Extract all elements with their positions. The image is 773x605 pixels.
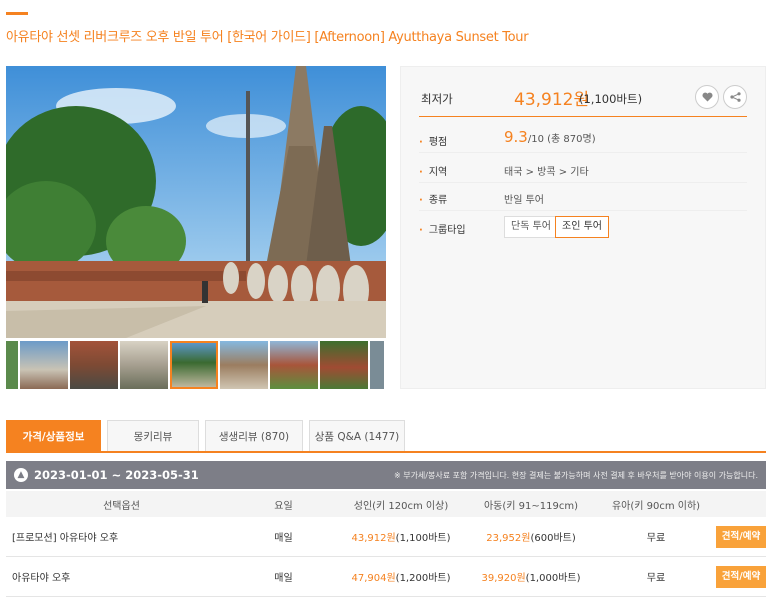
table-header: 선택옵션 요일 성인(키 120cm 이상) 아동(키 91~119cm) 유아… xyxy=(6,491,766,517)
table-row: 아유타야 오후 매일 47,904원 (1,200바트) 39,920원 (1,00… xyxy=(6,557,766,597)
option-name: 아유타야 오후 xyxy=(12,573,71,584)
lowest-price-baht: (1,100바트) xyxy=(579,92,643,106)
adult-price-won: 47,904원 xyxy=(351,573,396,584)
adult-price: 47,904원 (1,200바트) xyxy=(336,569,466,584)
tab-underline xyxy=(6,451,766,453)
action-cell: 견적/예약 xyxy=(716,525,766,548)
price-notice: ※ 부가세/봉사료 포함 가격입니다. 현장 결제는 불가능하며 사전 결제 후… xyxy=(393,471,758,480)
price-label: 최저가 xyxy=(421,92,453,106)
kind-row: 종류 반일 투어 xyxy=(419,183,747,211)
col-child: 아동(키 91~119cm) xyxy=(483,500,578,512)
tab-monkey-review[interactable]: 몽키리뷰 xyxy=(107,420,199,452)
thumbnail[interactable] xyxy=(6,341,18,389)
child-price-baht: (1,000바트) xyxy=(525,573,581,584)
thumbnail[interactable] xyxy=(370,341,384,389)
tab-qna[interactable]: 상품 Q&A (1477) xyxy=(309,420,405,452)
rating-value-wrap: 9.3/10 (총 870명) xyxy=(504,128,596,146)
title-accent-bar xyxy=(6,12,28,15)
tab-live-review[interactable]: 생생리뷰 (870) xyxy=(205,420,303,452)
period-bar[interactable]: ▲ 2023-01-01 ~ 2023-05-31 ※ 부가세/봉사료 포함 가… xyxy=(6,461,766,489)
child-price-won: 39,920원 xyxy=(481,573,526,584)
join-tour-option[interactable]: 조인 투어 xyxy=(555,216,609,238)
page-title: 아유타야 선셋 리버크루즈 오후 반일 투어 [한국어 가이드] [Aftern… xyxy=(6,30,529,45)
region-value: 태국 > 방콕 > 기타 xyxy=(504,167,589,178)
chevron-up-icon[interactable]: ▲ xyxy=(14,468,28,482)
table-row: [프로모션] 아유타야 오후 매일 43,912원 (1,100바트) 23,95… xyxy=(6,517,766,557)
thumbnail[interactable] xyxy=(70,341,118,389)
child-price-won: 23,952원 xyxy=(486,533,531,544)
price-row: 최저가 43,912원 (1,100바트) xyxy=(419,81,747,117)
child-price: 39,920원 (1,000바트) xyxy=(466,569,596,584)
rating-value: 9.3 xyxy=(504,128,528,146)
col-adult: 성인(키 120cm 이상) xyxy=(353,500,449,512)
region-row: 지역 태국 > 방콕 > 기타 xyxy=(419,155,747,183)
rating-row: 평점 9.3/10 (총 870명) xyxy=(419,125,747,153)
col-day: 요일 xyxy=(274,500,293,512)
adult-price: 43,912원 (1,100바트) xyxy=(336,529,466,544)
adult-price-baht: (1,200바트) xyxy=(395,573,451,584)
infant-price: 무료 xyxy=(646,573,666,584)
group-type-label: 그룹타입 xyxy=(419,221,466,236)
child-price-baht: (600바트) xyxy=(530,533,576,544)
period-range: 2023-01-01 ~ 2023-05-31 xyxy=(34,468,199,482)
kind-label: 종류 xyxy=(419,191,447,206)
tab-price-info[interactable]: 가격/상품정보 xyxy=(6,420,101,452)
thumbnail-strip xyxy=(6,341,386,389)
rating-count: /10 (총 870명) xyxy=(527,134,596,145)
quote-reserve-button[interactable]: 견적/예약 xyxy=(716,525,766,548)
main-photo[interactable] xyxy=(6,66,386,338)
product-tabs: 가격/상품정보 몽키리뷰 생생리뷰 (870) 상품 Q&A (1477) xyxy=(6,420,405,452)
price-table: 선택옵션 요일 성인(키 120cm 이상) 아동(키 91~119cm) 유아… xyxy=(6,491,766,597)
col-option: 선택옵션 xyxy=(103,500,140,512)
region-label: 지역 xyxy=(419,163,447,178)
temple-photo xyxy=(6,66,386,338)
lowest-price: 43,912원 xyxy=(514,90,590,110)
col-infant: 유아(키 90cm 이하) xyxy=(611,500,701,512)
heart-icon xyxy=(701,92,713,102)
rating-label: 평점 xyxy=(419,133,447,148)
wishlist-button[interactable] xyxy=(695,85,719,109)
kind-value: 반일 투어 xyxy=(504,195,544,206)
thumbnail[interactable] xyxy=(120,341,168,389)
thumbnail[interactable] xyxy=(220,341,268,389)
col-action xyxy=(716,491,766,517)
action-cell: 견적/예약 xyxy=(716,565,766,588)
adult-price-won: 43,912원 xyxy=(351,533,396,544)
option-name: [프로모션] 아유타야 오후 xyxy=(12,533,119,544)
quote-reserve-button[interactable]: 견적/예약 xyxy=(716,565,766,588)
share-button[interactable] xyxy=(723,85,747,109)
thumbnail[interactable] xyxy=(20,341,68,389)
adult-price-baht: (1,100바트) xyxy=(395,533,451,544)
share-icon xyxy=(729,92,741,102)
day: 매일 xyxy=(274,533,293,544)
private-tour-option[interactable]: 단독 투어 xyxy=(504,216,558,238)
thumbnail-active[interactable] xyxy=(170,341,218,389)
product-info-panel: 최저가 43,912원 (1,100바트) 평점 9.3/10 (총 870명)… xyxy=(400,66,766,389)
thumbnail[interactable] xyxy=(270,341,318,389)
group-type-row: 그룹타입 단독 투어 조인 투어 xyxy=(419,213,747,241)
day: 매일 xyxy=(274,573,293,584)
thumbnail[interactable] xyxy=(320,341,368,389)
photo-gallery xyxy=(6,66,386,389)
infant-price: 무료 xyxy=(646,533,666,544)
child-price: 23,952원 (600바트) xyxy=(466,529,596,544)
